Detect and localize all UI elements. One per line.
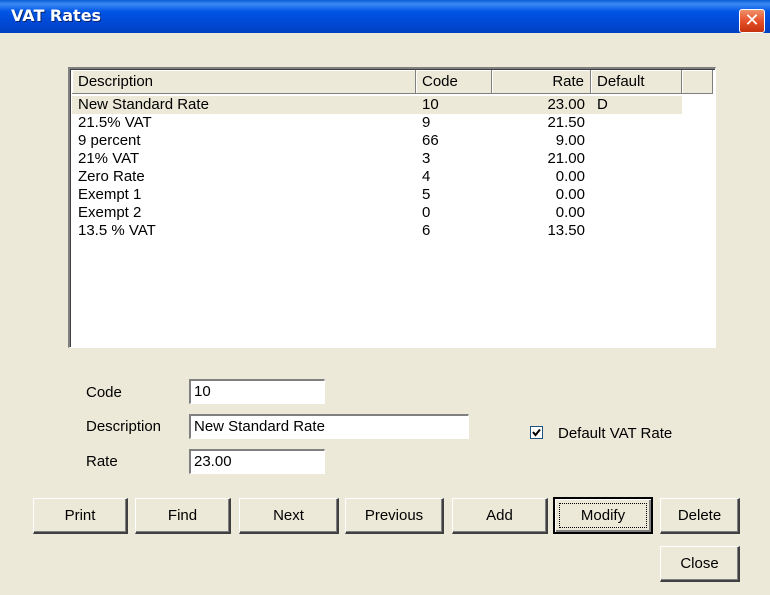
column-header-code[interactable]: Code <box>416 70 492 94</box>
table-row[interactable]: Exempt 1 5 0.00 <box>72 186 682 204</box>
rate-label: Rate <box>86 453 118 470</box>
find-button[interactable]: Find <box>135 498 231 534</box>
cell-code: 4 <box>422 168 431 185</box>
close-window-button[interactable]: ✕ <box>739 9 765 33</box>
rate-field[interactable]: 23.00 <box>189 449 325 474</box>
cell-description: 21.5% VAT <box>78 114 152 131</box>
cell-rate: 0.00 <box>555 186 585 203</box>
previous-button[interactable]: Previous <box>345 498 444 534</box>
modify-button[interactable]: Modify <box>553 497 653 534</box>
cell-code: 3 <box>422 150 431 167</box>
list-header: Description Code Rate Default <box>72 70 713 94</box>
cell-rate: 21.00 <box>547 150 585 167</box>
cell-description: 21% VAT <box>78 150 140 167</box>
close-button[interactable]: Close <box>660 546 740 582</box>
description-field[interactable]: New Standard Rate <box>189 414 469 439</box>
table-row[interactable]: New Standard Rate 10 23.00 D <box>72 96 682 114</box>
cell-rate: 0.00 <box>555 168 585 185</box>
delete-button[interactable]: Delete <box>660 498 740 534</box>
checkmark-icon <box>532 428 541 437</box>
default-vat-rate-checkbox[interactable] <box>530 426 543 439</box>
cell-description: 9 percent <box>78 132 141 149</box>
title-bar[interactable]: VAT Rates ✕ <box>0 0 770 33</box>
cell-description: Zero Rate <box>78 168 145 185</box>
focus-ring <box>559 503 647 528</box>
default-vat-rate-label[interactable]: Default VAT Rate <box>558 425 672 442</box>
add-button[interactable]: Add <box>452 498 548 534</box>
cell-default: D <box>597 96 608 113</box>
cell-description: New Standard Rate <box>78 96 209 113</box>
cell-description: Exempt 1 <box>78 186 142 203</box>
code-label: Code <box>86 384 122 401</box>
cell-code: 9 <box>422 114 431 131</box>
table-row[interactable]: Exempt 2 0 0.00 <box>72 204 682 222</box>
print-button[interactable]: Print <box>33 498 128 534</box>
column-header-description[interactable]: Description <box>72 70 416 94</box>
table-row[interactable]: 21.5% VAT 9 21.50 <box>72 114 682 132</box>
vat-rates-list[interactable]: Description Code Rate Default New Standa… <box>68 67 716 348</box>
column-header-filler <box>682 70 713 94</box>
cell-rate: 9.00 <box>555 132 585 149</box>
cell-code: 66 <box>422 132 439 149</box>
next-button[interactable]: Next <box>239 498 339 534</box>
cell-rate: 21.50 <box>547 114 585 131</box>
cell-code: 5 <box>422 186 431 203</box>
table-row[interactable]: 21% VAT 3 21.00 <box>72 150 682 168</box>
cell-rate: 0.00 <box>555 204 585 221</box>
description-label: Description <box>86 418 162 435</box>
table-row[interactable]: Zero Rate 4 0.00 <box>72 168 682 186</box>
cell-code: 10 <box>422 96 439 113</box>
cell-description: 13.5 % VAT <box>78 222 156 239</box>
table-row[interactable]: 9 percent 66 9.00 <box>72 132 682 150</box>
window-title: VAT Rates <box>11 6 102 25</box>
vat-rates-window: VAT Rates ✕ Description Code Rate Defaul… <box>0 0 770 595</box>
table-row[interactable]: 13.5 % VAT 6 13.50 <box>72 222 682 240</box>
cell-description: Exempt 2 <box>78 204 142 221</box>
cell-code: 6 <box>422 222 431 239</box>
cell-rate: 13.50 <box>547 222 585 239</box>
cell-rate: 23.00 <box>547 96 585 113</box>
cell-code: 0 <box>422 204 431 221</box>
code-field[interactable]: 10 <box>189 379 325 404</box>
column-header-rate[interactable]: Rate <box>492 70 591 94</box>
close-icon: ✕ <box>744 10 760 31</box>
column-header-default[interactable]: Default <box>591 70 682 94</box>
